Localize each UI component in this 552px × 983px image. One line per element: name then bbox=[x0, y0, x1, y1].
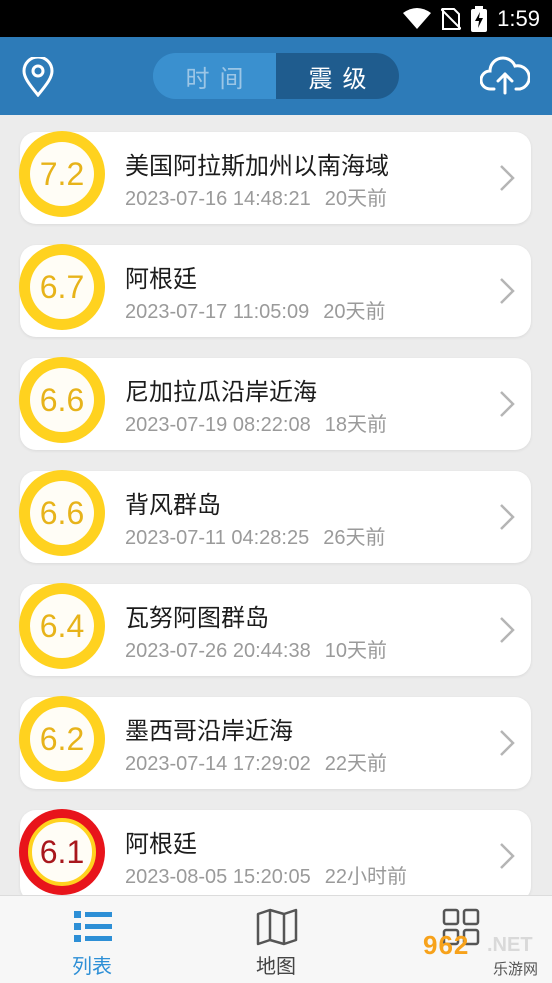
magnitude-value: 7.2 bbox=[30, 142, 94, 206]
magnitude-badge: 6.7 bbox=[19, 244, 105, 330]
cloud-upload-icon[interactable] bbox=[480, 56, 530, 96]
tab-label: 地图 bbox=[256, 954, 296, 978]
magnitude-badge: 6.6 bbox=[19, 357, 105, 443]
datetime: 2023-07-17 11:05:09 bbox=[125, 301, 310, 323]
battery-charging-icon bbox=[471, 5, 488, 32]
tab-sort-magnitude[interactable]: 震级 bbox=[276, 53, 399, 99]
tab-label: 列表 bbox=[72, 954, 112, 978]
tab-sort-time[interactable]: 时间 bbox=[153, 53, 276, 99]
time-ago: 10天前 bbox=[324, 640, 387, 662]
location-name: 美国阿拉斯加州以南海域 bbox=[125, 152, 389, 180]
earthquake-item[interactable]: 6.2 墨西哥沿岸近海 2023-07-14 17:29:02 22天前 bbox=[19, 696, 531, 789]
magnitude-badge: 6.6 bbox=[19, 470, 105, 556]
datetime: 2023-07-16 14:48:21 bbox=[125, 188, 311, 210]
earthquake-item[interactable]: 6.6 背风群岛 2023-07-11 04:28:25 26天前 bbox=[19, 470, 531, 563]
wifi-icon bbox=[403, 7, 432, 29]
time-info: 2023-07-26 20:44:38 10天前 bbox=[125, 634, 387, 663]
datetime: 2023-07-11 04:28:25 bbox=[125, 527, 310, 549]
app-header: 时间 震级 bbox=[0, 37, 552, 115]
location-name: 尼加拉瓜沿岸近海 bbox=[125, 378, 317, 406]
location-name: 墨西哥沿岸近海 bbox=[125, 717, 293, 745]
magnitude-badge: 7.2 bbox=[19, 131, 105, 217]
tab-map[interactable]: 地图 bbox=[216, 896, 336, 983]
time-info: 2023-07-11 04:28:25 26天前 bbox=[125, 521, 385, 550]
earthquake-item[interactable]: 6.6 尼加拉瓜沿岸近海 2023-07-19 08:22:08 18天前 bbox=[19, 357, 531, 450]
time-ago: 20天前 bbox=[324, 188, 387, 210]
chevron-right-icon bbox=[500, 617, 515, 643]
time-info: 2023-07-14 17:29:02 22天前 bbox=[125, 747, 387, 776]
magnitude-value: 6.6 bbox=[30, 481, 94, 545]
earthquake-item[interactable]: 6.4 瓦努阿图群岛 2023-07-26 20:44:38 10天前 bbox=[19, 583, 531, 676]
time-ago: 22天前 bbox=[324, 753, 387, 775]
chevron-right-icon bbox=[500, 843, 515, 869]
chevron-right-icon bbox=[500, 504, 515, 530]
magnitude-value: 6.1 bbox=[28, 818, 96, 886]
location-name: 阿根廷 bbox=[125, 265, 197, 293]
magnitude-value: 6.6 bbox=[30, 368, 94, 432]
status-icons: 1:59 bbox=[403, 0, 540, 37]
time-info: 2023-07-19 08:22:08 18天前 bbox=[125, 408, 387, 437]
chevron-right-icon bbox=[500, 730, 515, 756]
location-name: 瓦努阿图群岛 bbox=[125, 604, 269, 632]
time-ago: 18天前 bbox=[324, 414, 387, 436]
status-time: 1:59 bbox=[497, 5, 540, 31]
time-ago: 20天前 bbox=[323, 301, 386, 323]
chevron-right-icon bbox=[500, 278, 515, 304]
watermark-net: .NET bbox=[487, 934, 533, 956]
magnitude-badge: 6.1 bbox=[19, 809, 105, 895]
sort-segmented-control: 时间 震级 bbox=[153, 53, 399, 99]
magnitude-badge: 6.2 bbox=[19, 696, 105, 782]
time-info: 2023-08-05 15:20:05 22小时前 bbox=[125, 860, 407, 889]
location-name: 背风群岛 bbox=[125, 491, 221, 519]
list-icon bbox=[74, 911, 112, 942]
status-bar: 1:59 bbox=[0, 0, 552, 37]
earthquake-item[interactable]: 6.1 阿根廷 2023-08-05 15:20:05 22小时前 bbox=[19, 809, 531, 895]
location-pin-icon[interactable] bbox=[20, 57, 56, 97]
watermark-text: 乐游网 bbox=[493, 960, 539, 978]
magnitude-badge: 6.4 bbox=[19, 583, 105, 669]
earthquake-item[interactable]: 7.2 美国阿拉斯加州以南海域 2023-07-16 14:48:21 20天前 bbox=[19, 131, 531, 224]
watermark-logo: 962 .NET 乐游网 bbox=[415, 930, 547, 978]
watermark-number: 962 bbox=[423, 930, 470, 960]
tab-list[interactable]: 列表 bbox=[32, 896, 152, 983]
no-sim-icon bbox=[441, 7, 462, 30]
map-icon bbox=[256, 908, 298, 946]
magnitude-value: 6.7 bbox=[30, 255, 94, 319]
location-name: 阿根廷 bbox=[125, 830, 197, 858]
chevron-right-icon bbox=[500, 391, 515, 417]
datetime: 2023-07-14 17:29:02 bbox=[125, 753, 311, 775]
time-info: 2023-07-17 11:05:09 20天前 bbox=[125, 295, 385, 324]
earthquake-item[interactable]: 6.7 阿根廷 2023-07-17 11:05:09 20天前 bbox=[19, 244, 531, 337]
time-ago: 22小时前 bbox=[324, 866, 407, 888]
chevron-right-icon bbox=[500, 165, 515, 191]
magnitude-value: 6.2 bbox=[30, 707, 94, 771]
magnitude-value: 6.4 bbox=[30, 594, 94, 658]
earthquake-list: 7.2 美国阿拉斯加州以南海域 2023-07-16 14:48:21 20天前 … bbox=[0, 115, 552, 895]
time-ago: 26天前 bbox=[323, 527, 386, 549]
datetime: 2023-07-26 20:44:38 bbox=[125, 640, 311, 662]
datetime: 2023-07-19 08:22:08 bbox=[125, 414, 311, 436]
time-info: 2023-07-16 14:48:21 20天前 bbox=[125, 182, 387, 211]
datetime: 2023-08-05 15:20:05 bbox=[125, 866, 311, 888]
